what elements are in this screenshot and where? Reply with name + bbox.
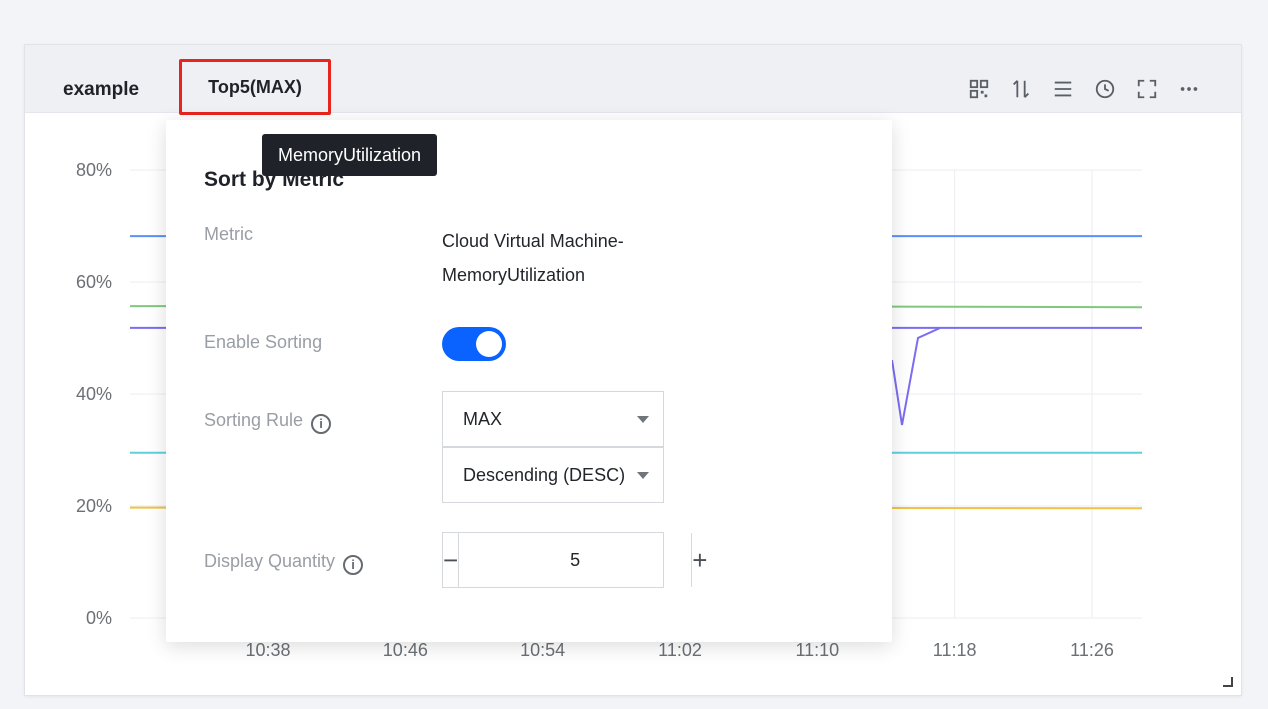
sorting-rule-label-text: Sorting Rule <box>204 410 304 430</box>
chevron-down-icon <box>637 416 649 423</box>
sorting-rule-label: Sorting Rule i <box>204 410 332 434</box>
clock-icon[interactable] <box>1093 77 1117 101</box>
enable-sorting-label: Enable Sorting <box>204 332 323 352</box>
display-quantity-label: Display Quantity i <box>204 551 364 575</box>
quantity-stepper: − + <box>442 532 707 588</box>
display-quantity-label-text: Display Quantity <box>204 551 336 571</box>
enable-sorting-toggle[interactable] <box>442 327 506 361</box>
metric-value-line1: Cloud Virtual Machine- <box>442 231 624 251</box>
fullscreen-icon[interactable] <box>1135 77 1159 101</box>
sorting-rule-select[interactable]: MAX <box>442 391 664 447</box>
sort-icon[interactable] <box>1009 77 1033 101</box>
list-icon[interactable] <box>1051 77 1075 101</box>
top-sort-badge[interactable]: Top5(MAX) <box>179 59 331 115</box>
sort-popover: Sort by Metric Metric Cloud Virtual Mach… <box>166 120 892 642</box>
panel-header: example Top5(MAX) <box>25 45 1241 115</box>
sort-order-value: Descending (DESC) <box>463 464 626 485</box>
chevron-down-icon <box>637 472 649 479</box>
quantity-input[interactable] <box>459 533 692 587</box>
metric-value-line2: MemoryUtilization <box>442 265 586 285</box>
info-icon[interactable]: i <box>311 414 332 434</box>
metric-tooltip: MemoryUtilization <box>262 134 438 176</box>
sorting-rule-value: MAX <box>463 408 503 429</box>
info-icon[interactable]: i <box>343 555 364 575</box>
metric-value: Cloud Virtual Machine- MemoryUtilization <box>442 224 624 292</box>
increment-button[interactable]: + <box>691 533 707 587</box>
panel-title: example <box>63 79 140 100</box>
more-icon[interactable] <box>1177 77 1201 101</box>
toggle-knob <box>476 331 502 357</box>
sort-order-select[interactable]: Descending (DESC) <box>442 447 664 503</box>
metric-label: Metric <box>204 224 253 244</box>
decrement-button[interactable]: − <box>443 533 460 587</box>
panel-toolbar <box>967 77 1201 101</box>
qr-icon[interactable] <box>967 77 991 101</box>
resize-handle[interactable] <box>1223 677 1233 687</box>
